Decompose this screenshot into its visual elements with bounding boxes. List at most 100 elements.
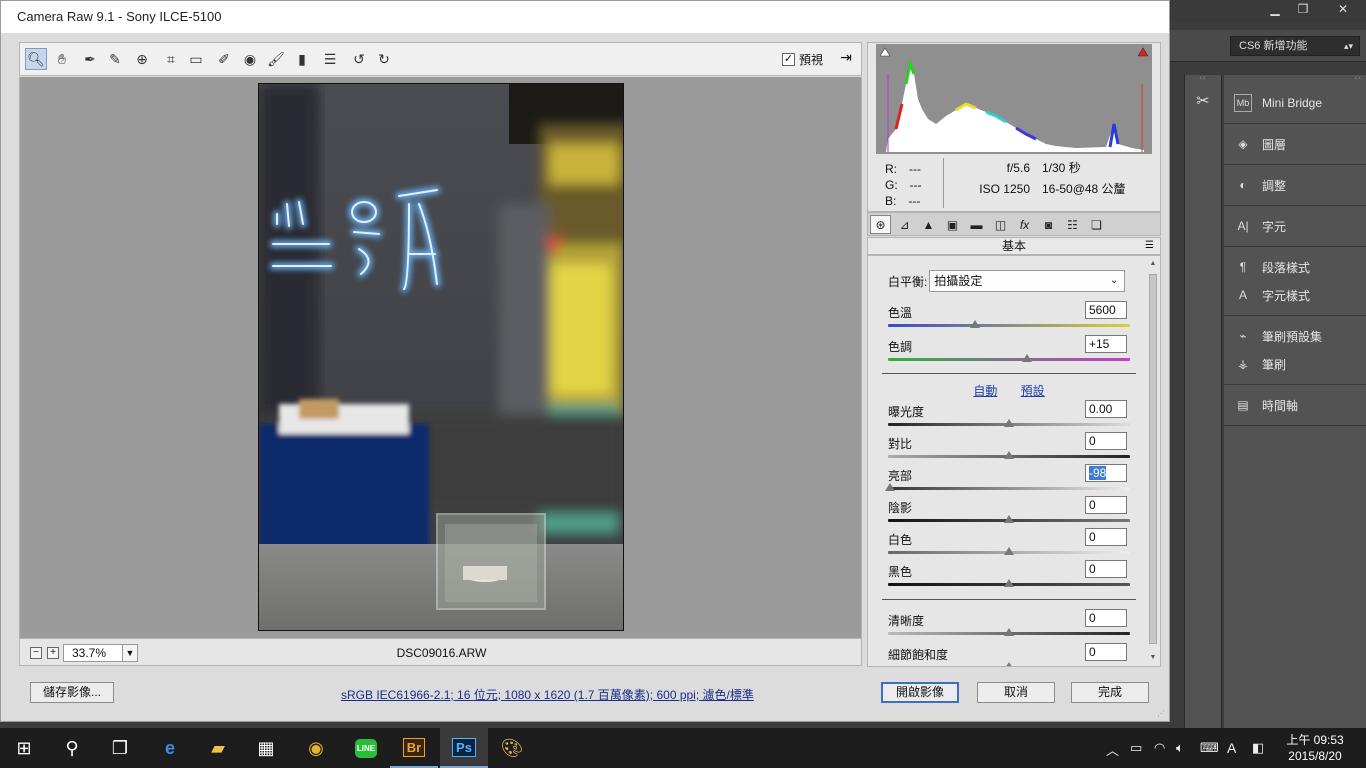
vibrance-track[interactable] [888, 666, 1130, 667]
vibrance-slider[interactable]: 細節飽和度 0 [888, 643, 1130, 667]
tint-thumb[interactable] [1022, 354, 1033, 362]
hsl-tab-icon[interactable]: ▣ [942, 215, 963, 234]
preview-checkbox[interactable]: ✓ 預視 [782, 51, 823, 68]
store-icon[interactable]: ▦ [242, 728, 290, 768]
fullscreen-icon[interactable]: ⇥ [836, 49, 856, 69]
tools-icon[interactable]: ✂ [1192, 91, 1214, 113]
color-sampler-tool-icon[interactable]: ✎ [104, 48, 126, 70]
vibrance-thumb[interactable] [1004, 662, 1014, 666]
lens-corrections-tab-icon[interactable]: ◫ [990, 215, 1011, 234]
hand-tool-icon[interactable]: ✋︎ [51, 48, 73, 70]
highlights-value[interactable]: -98 [1085, 464, 1127, 482]
auto-link[interactable]: 自動 [973, 384, 997, 398]
edge-icon[interactable]: e [146, 728, 194, 768]
panel-brush[interactable]: ⚶ 筆刷 [1224, 350, 1366, 378]
highlights-thumb[interactable] [885, 483, 896, 491]
vibrance-value[interactable]: 0 [1085, 643, 1127, 661]
start-icon[interactable]: ⊞ [0, 728, 48, 768]
adjustment-brush-icon[interactable]: 🖌︎ [265, 48, 287, 70]
done-button[interactable]: 完成 [1071, 682, 1149, 703]
clarity-thumb[interactable] [1004, 628, 1014, 636]
system-clock[interactable]: 上午 09:53 2015/8/20 [1282, 732, 1348, 764]
ime-indicator[interactable]: A [1227, 740, 1236, 756]
line-icon[interactable]: LINE [342, 728, 390, 768]
shadows-thumb[interactable] [1004, 515, 1014, 523]
action-center-icon[interactable]: ◧ [1252, 740, 1264, 756]
default-link[interactable]: 預設 [1021, 384, 1045, 398]
blacks-value[interactable]: 0 [1085, 560, 1127, 578]
paint-icon[interactable]: 🎨︎ [488, 728, 536, 768]
blacks-slider[interactable]: 黑色 0 [888, 560, 1130, 593]
whites-slider[interactable]: 白色 0 [888, 528, 1130, 561]
exposure-slider[interactable]: 曝光度 0.00 [888, 400, 1130, 433]
bridge-icon[interactable]: Br [390, 728, 438, 768]
panel-scrollbar[interactable]: ▲ ▼ [1148, 260, 1158, 664]
file-explorer-icon[interactable]: ▰ [194, 728, 242, 768]
contrast-thumb[interactable] [1004, 451, 1014, 459]
tone-curve-tab-icon[interactable]: ⊿ [894, 215, 915, 234]
panel-timeline[interactable]: ▤ 時間軸 [1224, 391, 1366, 419]
snapshots-tab-icon[interactable]: ❏ [1086, 215, 1107, 234]
red-eye-tool-icon[interactable]: ◉ [239, 48, 261, 70]
temperature-track[interactable] [888, 324, 1130, 327]
search-icon[interactable]: ⚲ [48, 728, 96, 768]
resize-grip-icon[interactable]: ⋰ [1157, 709, 1165, 718]
contrast-value[interactable]: 0 [1085, 432, 1127, 450]
panel-layers[interactable]: ◈ 圖層 [1224, 130, 1366, 158]
scrollbar-thumb[interactable] [1149, 274, 1157, 644]
detail-tab-icon[interactable]: ▲ [918, 215, 939, 234]
expand-grip[interactable]: ‹‹ [1224, 74, 1366, 83]
straighten-tool-icon[interactable]: ▭ [185, 48, 207, 70]
minimize-button[interactable]: ▁ [1262, 1, 1288, 18]
wifi-icon[interactable]: ◠ [1154, 740, 1165, 756]
rotate-cw-icon[interactable]: ↻ [373, 48, 395, 70]
panel-paragraph-styles[interactable]: ¶ 段落樣式 [1224, 253, 1366, 281]
chrome-icon[interactable]: ◉ [292, 728, 340, 768]
keyboard-icon[interactable]: ⌨ [1200, 740, 1219, 756]
open-image-button[interactable]: 開啟影像 [881, 682, 959, 703]
white-balance-tool-icon[interactable]: ✒ [79, 48, 101, 70]
volume-icon[interactable]: 🔈︎ [1176, 740, 1184, 756]
scroll-down-icon[interactable]: ▼ [1148, 654, 1158, 664]
clarity-slider[interactable]: 清晰度 0 [888, 609, 1130, 642]
scroll-up-icon[interactable]: ▲ [1148, 260, 1158, 270]
exposure-value[interactable]: 0.00 [1085, 400, 1127, 418]
panel-adjustments[interactable]: ◐ 調整 [1224, 171, 1366, 199]
task-view-icon[interactable]: ❐ [96, 728, 144, 768]
temperature-thumb[interactable] [970, 320, 981, 328]
white-balance-select[interactable]: 拍攝設定 ⌄ [929, 270, 1126, 292]
show-hidden-icons-icon[interactable]: ︿ [1106, 740, 1119, 759]
targeted-adjustment-tool-icon[interactable]: ⊕ [131, 48, 153, 70]
panel-mini-bridge[interactable]: Mb Mini Bridge [1224, 89, 1366, 117]
rotate-ccw-icon[interactable]: ↺ [348, 48, 370, 70]
tint-slider[interactable]: 色調 +15 [888, 335, 1130, 368]
temperature-slider[interactable]: 色溫 5600 [888, 301, 1130, 334]
effects-tab-icon[interactable]: fx [1014, 215, 1035, 234]
spot-removal-tool-icon[interactable]: ✐ [213, 48, 235, 70]
panel-menu-icon[interactable]: ☰ [1145, 238, 1154, 254]
restore-button[interactable]: ❐ [1290, 1, 1316, 18]
shadows-slider[interactable]: 陰影 0 [888, 496, 1130, 529]
clarity-value[interactable]: 0 [1085, 609, 1127, 627]
whites-value[interactable]: 0 [1085, 528, 1127, 546]
radial-filter-icon[interactable]: ☰ [319, 48, 341, 70]
cancel-button[interactable]: 取消 [977, 682, 1055, 703]
highlights-track[interactable] [888, 487, 1130, 490]
panel-character[interactable]: A| 字元 [1224, 212, 1366, 240]
temperature-value[interactable]: 5600 [1085, 301, 1127, 319]
tint-value[interactable]: +15 [1085, 335, 1127, 353]
basic-tab-icon[interactable]: ⊛ [870, 215, 891, 234]
panel-character-styles[interactable]: A 字元樣式 [1224, 281, 1366, 309]
zoom-tool-icon[interactable]: 🔍︎ [25, 48, 47, 70]
panel-brush-presets[interactable]: ⌁ 筆刷預設集 [1224, 322, 1366, 350]
tint-track[interactable] [888, 358, 1130, 361]
photoshop-icon[interactable]: Ps [440, 728, 488, 768]
collapse-grip[interactable]: ‹‹ [1185, 74, 1221, 83]
highlights-slider[interactable]: 亮部 -98 [885, 464, 1130, 497]
workspace-select[interactable]: CS6 新增功能 ▴▾ [1230, 36, 1360, 56]
split-toning-tab-icon[interactable]: ▬ [966, 215, 987, 234]
battery-icon[interactable]: ▭ [1130, 740, 1142, 756]
contrast-slider[interactable]: 對比 0 [888, 432, 1130, 465]
presets-tab-icon[interactable]: ☷ [1062, 215, 1083, 234]
workflow-options-link[interactable]: sRGB IEC61966-2.1; 16 位元; 1080 x 1620 (1… [341, 686, 754, 703]
